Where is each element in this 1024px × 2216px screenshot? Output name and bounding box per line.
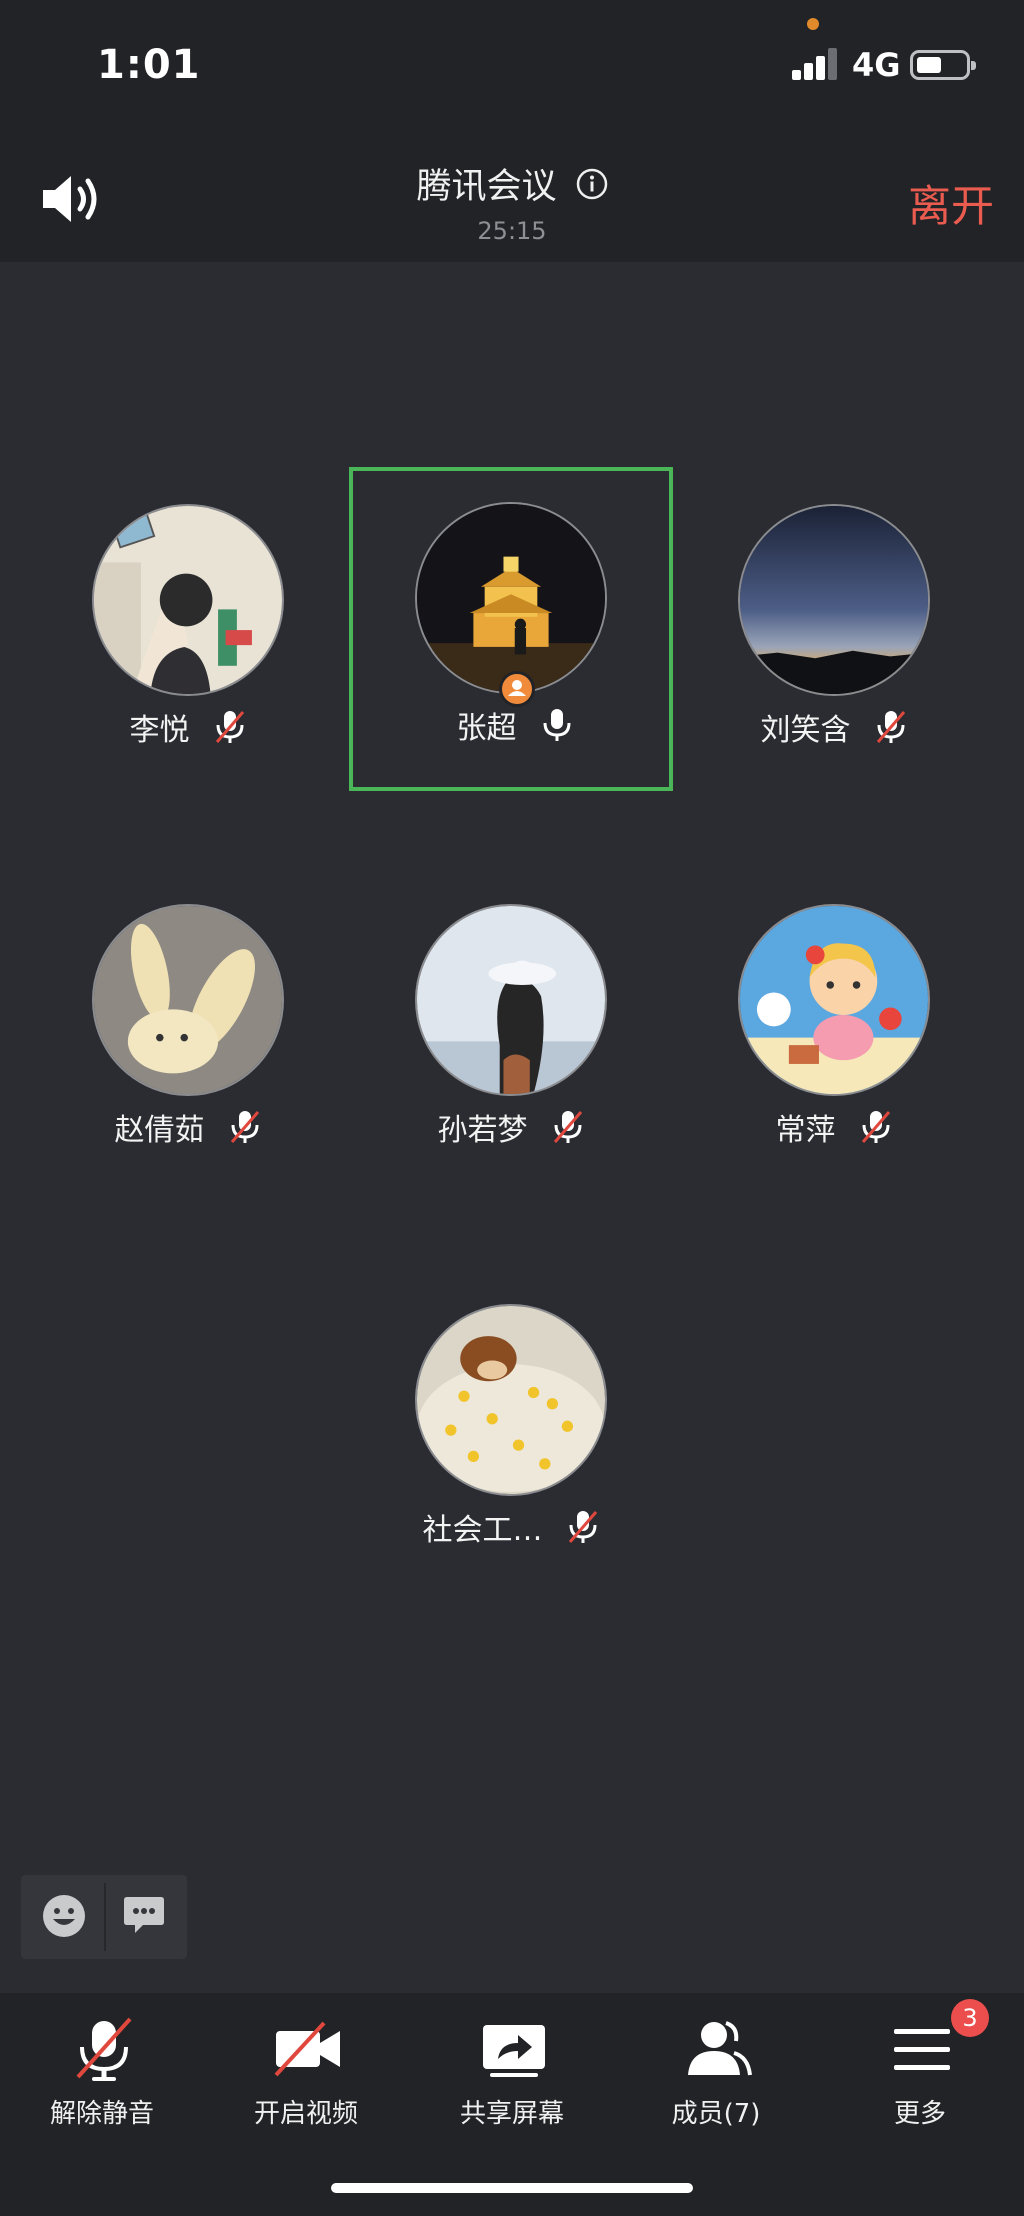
more-label: 更多: [893, 2099, 946, 2129]
home-indicator[interactable]: [331, 2183, 693, 2193]
avatar: [415, 502, 607, 694]
avatar: [92, 904, 284, 1096]
members-button[interactable]: 成员(7): [614, 1993, 818, 2153]
share-screen-button[interactable]: 共享屏幕: [410, 1993, 614, 2153]
mic-muted-icon: [859, 1109, 893, 1145]
participant-tile[interactable]: 李悦: [26, 469, 350, 793]
info-icon[interactable]: [576, 168, 608, 200]
avatar: [415, 1304, 607, 1496]
status-time: 1:01: [97, 42, 201, 88]
top-bar: 1:01 4G 腾讯会议 25:15 离开: [0, 0, 1024, 262]
participant-name: 常萍: [775, 1113, 836, 1148]
participant-nameline: 常萍: [672, 1105, 996, 1149]
participant-tile[interactable]: 社会工…: [349, 1269, 673, 1593]
participant-nameline: 赵倩茹: [26, 1105, 350, 1149]
members-icon: [688, 2021, 752, 2076]
participant-name: 李悦: [129, 713, 190, 748]
participant-tile-active-speaker[interactable]: 张超: [349, 467, 673, 791]
participant-tile[interactable]: 常萍: [672, 869, 996, 1193]
participant-nameline: 张超: [353, 703, 677, 747]
participant-nameline: 孙若梦: [349, 1105, 673, 1149]
divider: [104, 1883, 106, 1951]
mic-muted-icon: [566, 1509, 600, 1545]
participant-name: 刘笑含: [760, 713, 851, 748]
start-video-button[interactable]: 开启视频: [204, 1993, 408, 2153]
notification-badge: 3: [951, 1999, 989, 2037]
meeting-duration: 25:15: [477, 217, 547, 245]
avatar: [92, 504, 284, 696]
mic-muted-icon: [551, 1109, 585, 1145]
share-screen-icon: [483, 2025, 545, 2077]
mic-icon: [540, 707, 574, 743]
avatar: [415, 904, 607, 1096]
signal-icon: [792, 48, 838, 80]
participant-nameline: 社会工…: [349, 1505, 673, 1549]
meeting-title-row: 腾讯会议: [0, 158, 1024, 209]
participant-name: 孙若梦: [437, 1113, 528, 1148]
mic-muted-icon: [228, 1109, 262, 1145]
chat-bubble-icon[interactable]: [123, 1895, 165, 1935]
more-button[interactable]: 3 更多: [818, 1993, 1022, 2153]
avatar: [738, 904, 930, 1096]
recording-dot: [807, 18, 819, 30]
leave-button[interactable]: 离开: [908, 172, 994, 234]
participant-nameline: 李悦: [26, 705, 350, 749]
menu-icon: [894, 2029, 950, 2070]
participant-tile[interactable]: 刘笑含: [672, 469, 996, 793]
meeting-title: 腾讯会议: [416, 167, 557, 207]
start-video-label: 开启视频: [253, 2099, 358, 2129]
mic-muted-icon: [874, 709, 908, 745]
participant-tile[interactable]: 孙若梦: [349, 869, 673, 1193]
network-type: 4G: [852, 46, 901, 84]
mic-muted-icon: [76, 2017, 132, 2081]
mic-muted-icon: [213, 709, 247, 745]
participant-tile[interactable]: 赵倩茹: [26, 869, 350, 1193]
video-off-icon: [274, 2021, 340, 2077]
participant-name: 张超: [456, 711, 517, 746]
participant-name: 赵倩茹: [114, 1113, 205, 1148]
host-icon: [499, 671, 535, 707]
battery-icon: [910, 50, 976, 80]
participant-name: 社会工…: [422, 1513, 543, 1548]
unmute-label: 解除静音: [49, 2099, 154, 2129]
emoji-icon[interactable]: [41, 1893, 87, 1939]
members-label: 成员(7): [671, 2099, 761, 2129]
share-screen-label: 共享屏幕: [459, 2099, 564, 2129]
quick-action-bar: [21, 1875, 187, 1959]
unmute-button[interactable]: 解除静音: [0, 1993, 204, 2153]
participant-nameline: 刘笑含: [672, 705, 996, 749]
avatar: [738, 504, 930, 696]
